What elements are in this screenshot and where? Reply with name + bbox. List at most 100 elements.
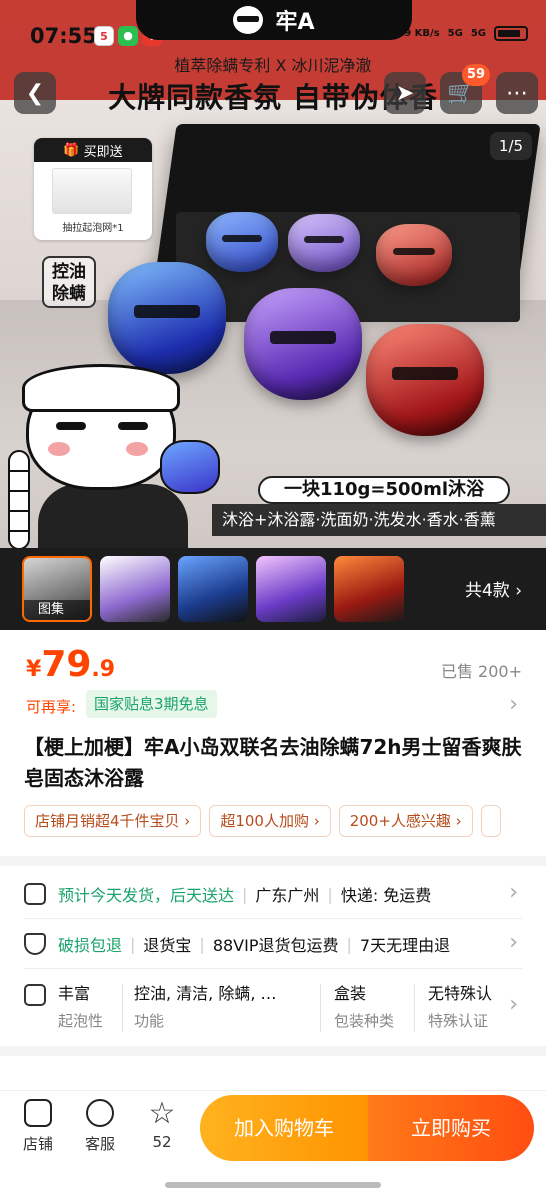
battery-icon [494, 26, 528, 41]
gift-label: 买即送 [83, 144, 123, 160]
uses-bar: 沐浴+沐浴露·洗面奶·洗发水·香水·香薰 [212, 504, 546, 536]
notch-brand: 牢A [275, 10, 315, 35]
back-button[interactable]: ❮ [14, 72, 56, 114]
gift-caption: 抽拉起泡网*1 [62, 223, 124, 234]
buy-now-button[interactable]: 立即购买 [368, 1095, 534, 1161]
share-icon: ➤ [395, 80, 415, 106]
star-icon: ☆ [148, 1096, 176, 1131]
product-page: 07:55 5 ● ◆ 30.9 KB/s 5G 5G 牢A 植萃除螨专利 X [0, 0, 546, 1200]
seven-day-return: 7天无理由退 [359, 936, 451, 955]
attr-function-value: 控油, 清洁, 除螨, … [134, 984, 277, 1003]
customer-service-button[interactable]: 客服 [70, 1099, 130, 1154]
dynamic-island: 牢A [136, 0, 412, 40]
add-to-cart-button[interactable]: 加入购物车 [200, 1095, 368, 1161]
favorites-count: 52 [152, 1133, 172, 1151]
guarantee-label: 破损包退 [58, 936, 123, 955]
attr-package-value: 盒装 [334, 984, 367, 1003]
oil-tag-line-2: 除螨 [52, 284, 86, 304]
attr-function: 控油, 清洁, 除螨, … 功能 [134, 980, 277, 1031]
mascot-character [8, 360, 220, 548]
oil-tag-line-1: 控油 [52, 262, 86, 282]
spec-list-icon [24, 984, 46, 1006]
subsidy-chevron-icon[interactable]: › [509, 692, 518, 717]
shop-icon [24, 1099, 52, 1127]
chip-interested[interactable]: 200+人感兴趣 › [338, 805, 473, 837]
attr-package-key: 包装种类 [334, 1012, 395, 1030]
chip-monthly-sales[interactable]: 店铺月销超4千件宝贝 › [24, 805, 202, 837]
gift-header: 🎁 买即送 [34, 138, 152, 162]
divider [24, 918, 522, 919]
foam-net-image [52, 168, 132, 214]
thumb-gallery[interactable]: 图集 [22, 556, 92, 622]
attr-function-key: 功能 [134, 1012, 165, 1030]
shop-label: 店铺 [22, 1135, 53, 1153]
sold-count: 已售 200+ [440, 662, 522, 681]
price-currency: ¥ [26, 657, 42, 682]
mascot-icon [233, 6, 264, 34]
chip-overflow[interactable] [480, 805, 501, 837]
truck-icon [24, 883, 46, 905]
cart-count-badge: 59 [462, 64, 490, 86]
guarantee-row[interactable]: 破损包退 | 退货宝 | 88VIP退货包运费 | 7天无理由退 [24, 924, 522, 964]
variants-count-link[interactable]: 共4款 › [465, 576, 522, 601]
held-soap [160, 440, 220, 494]
divider [24, 968, 522, 969]
return-insurance: 退货宝 [143, 936, 192, 955]
shield-check-icon [24, 933, 46, 955]
image-page-indicator: 1/5 [490, 132, 532, 160]
attr-cert-value: 无特殊认 [428, 984, 493, 1003]
status-time: 07:55 [30, 24, 97, 48]
chat-face-icon [86, 1099, 114, 1127]
soap-front-purple [244, 288, 362, 400]
soap-red [376, 224, 452, 286]
price: ¥79.9 [26, 644, 115, 685]
shop-button[interactable]: 店铺 [8, 1099, 68, 1154]
chevron-right-icon: › [515, 581, 522, 601]
favorite-button[interactable]: ☆ 52 [132, 1096, 192, 1152]
app-notification-icon: 5 [94, 26, 114, 46]
gift-icon: 🎁 [63, 142, 80, 158]
home-indicator[interactable] [165, 1182, 381, 1188]
attr-foam-value: 丰富 [58, 984, 91, 1003]
price-integer: 79 [41, 644, 92, 685]
soap-purple [288, 214, 360, 272]
slogan-pill: 一块110g=500ml沐浴 [258, 476, 510, 504]
attr-foam: 丰富 起泡性 [58, 980, 103, 1031]
soap-front-blue [108, 262, 226, 374]
chevron-left-icon: ❮ [25, 80, 45, 106]
subsidy-badge[interactable]: 国家贴息3期免息 [86, 690, 217, 718]
product-title: 【梗上加梗】牢A小岛双联名去油除螨72h男士留香爽肤皂固态沐浴露 [24, 735, 522, 790]
cart-button[interactable]: 🛒 59 [440, 64, 490, 114]
enjoy-label: 可再享: [26, 698, 77, 716]
more-button[interactable]: ⋯ [496, 72, 538, 114]
thumb-lava[interactable] [334, 556, 404, 622]
thumb-galaxy[interactable] [256, 556, 326, 622]
soap-blue [206, 212, 278, 272]
attr-cert-key: 特殊认证 [428, 1012, 489, 1030]
promo-chips: 店铺月销超4千件宝贝 › 超100人加购 › 200+人感兴趣 › [24, 805, 501, 837]
share-button[interactable]: ➤ [384, 72, 426, 114]
variants-count: 共4款 [464, 581, 510, 601]
chip-cart-adds[interactable]: 超100人加购 › [209, 805, 331, 837]
thumb-ocean[interactable] [178, 556, 248, 622]
wechat-icon: ● [118, 26, 138, 46]
shipping-chevron-icon[interactable]: › [509, 880, 518, 905]
service-label: 客服 [84, 1135, 115, 1153]
thumb-gallery-label: 图集 [24, 600, 90, 620]
attr-package: 盒装 包装种类 [334, 980, 394, 1031]
signal-5g-1: 5G [447, 28, 463, 39]
ship-origin: 广东广州 [255, 886, 320, 905]
signal-5g-2: 5G [470, 28, 486, 39]
oil-control-tag: 控油 除螨 [42, 256, 96, 308]
thumb-box-white[interactable] [100, 556, 170, 622]
price-decimal: .9 [91, 657, 116, 682]
soap-front-red [366, 324, 484, 436]
guarantee-chevron-icon[interactable]: › [509, 930, 518, 955]
attr-foam-key: 起泡性 [58, 1012, 104, 1030]
shipping-row[interactable]: 预计今天发货，后天送达 | 广东广州 | 快递: 免运费 [24, 874, 522, 914]
product-hero-image[interactable]: 07:55 5 ● ◆ 30.9 KB/s 5G 5G 牢A 植萃除螨专利 X [0, 0, 546, 548]
gift-promo: 🎁 买即送 抽拉起泡网*1 [34, 138, 152, 240]
shipping-eta: 预计今天发货，后天送达 [58, 886, 235, 905]
more-icon: ⋯ [506, 80, 528, 106]
attributes-chevron-icon[interactable]: › [509, 992, 518, 1017]
